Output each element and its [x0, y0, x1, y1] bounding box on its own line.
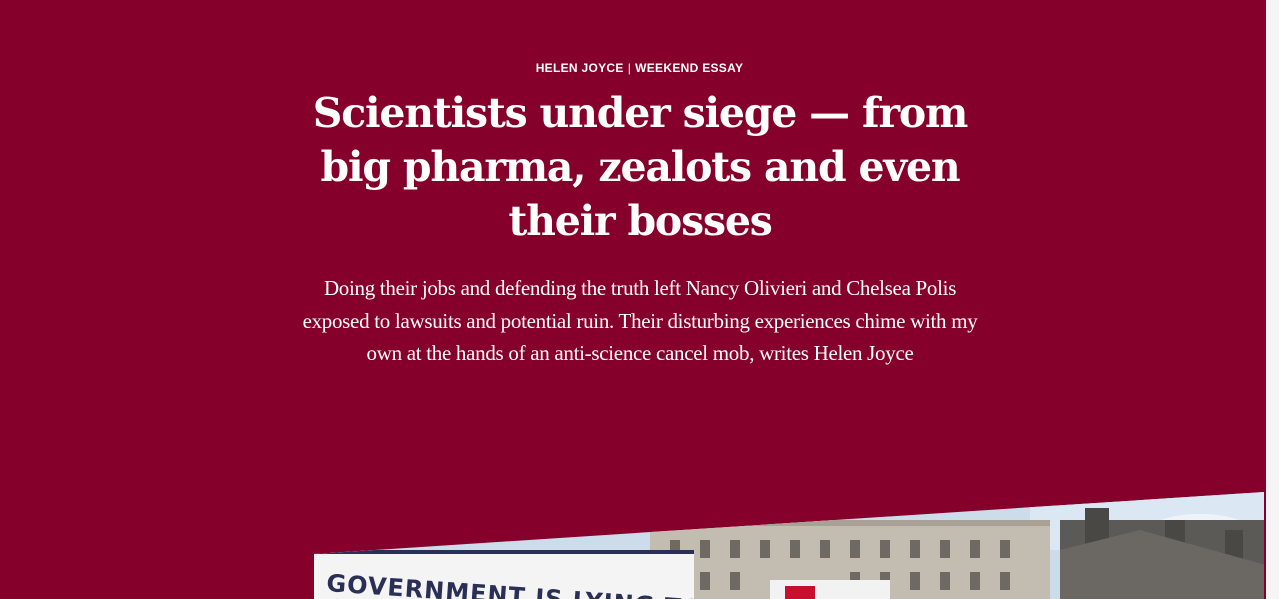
hero-photo: GOVERNMENT IS LYING TO YOU: [0, 490, 1266, 599]
author-link[interactable]: HELEN JOYCE: [536, 61, 624, 75]
article-standfirst: Doing their jobs and defending the truth…: [302, 276, 978, 365]
article-hero: HELEN JOYCE | WEEKEND ESSAY Scientists und…: [0, 0, 1266, 599]
section-link[interactable]: WEEKEND ESSAY: [635, 61, 743, 75]
article-kicker: HELEN JOYCE | WEEKEND ESSAY: [0, 61, 1279, 75]
scrollbar[interactable]: [1266, 0, 1279, 599]
article-headline: Scientists under siege — from big pharma…: [312, 89, 969, 245]
kicker-separator: |: [627, 61, 632, 75]
hero-photo-graphic: GOVERNMENT IS LYING TO YOU: [314, 492, 1264, 599]
article-page: HELEN JOYCE | WEEKEND ESSAY Scientists und…: [0, 0, 1279, 599]
